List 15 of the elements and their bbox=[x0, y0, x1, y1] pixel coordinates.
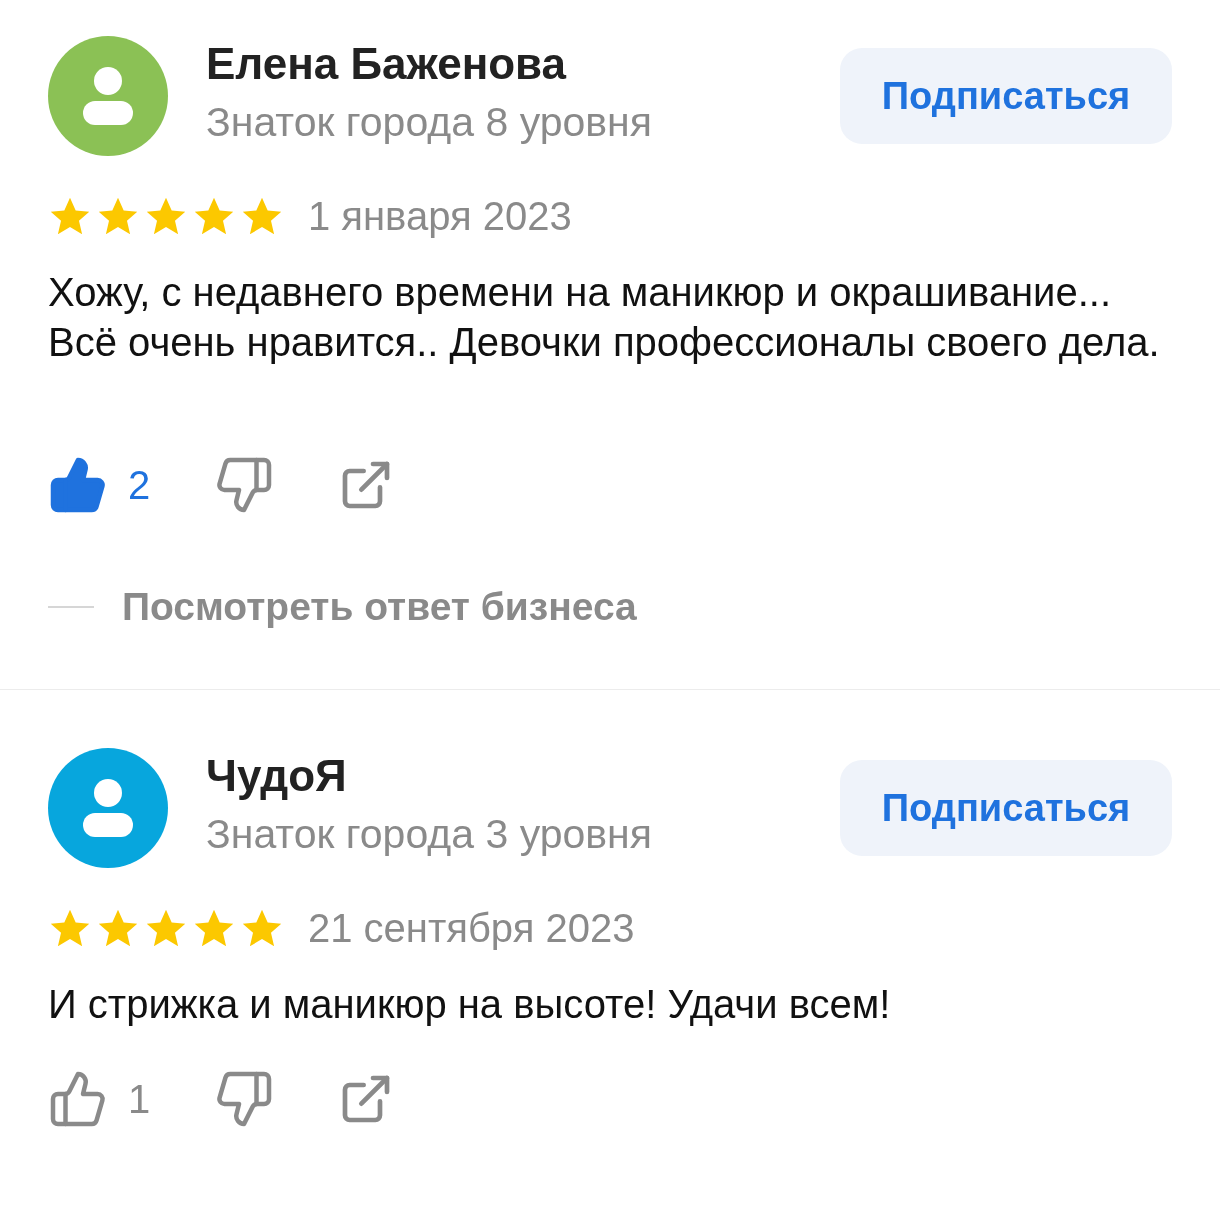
subscribe-button[interactable]: Подписаться bbox=[840, 48, 1172, 144]
person-icon bbox=[81, 65, 135, 127]
review-date: 1 января 2023 bbox=[308, 194, 572, 239]
author-name: ЧудоЯ bbox=[206, 750, 348, 801]
author-level: Знаток города 8 уровня bbox=[206, 98, 653, 146]
like-button[interactable]: 2 bbox=[48, 455, 151, 515]
like-button[interactable]: 1 bbox=[48, 1069, 151, 1129]
review-text: И стрижка и маникюр на высоте! Удачи всем! bbox=[48, 981, 892, 1028]
subscribe-button[interactable]: Подписаться bbox=[840, 760, 1172, 856]
review-text: Хожу, с недавнего времени на маникюр и окрашивание... Всё очень нравится.. Девочки профессионалы своего дела. bbox=[48, 269, 1161, 366]
review-date: 21 сентября 2023 bbox=[308, 906, 635, 951]
business-reply-link[interactable]: Посмотреть ответ бизнеса bbox=[122, 585, 637, 629]
person-icon bbox=[81, 777, 135, 839]
author-level: Знаток города 3 уровня bbox=[206, 810, 653, 858]
author-name: Елена Баженова bbox=[206, 38, 568, 89]
